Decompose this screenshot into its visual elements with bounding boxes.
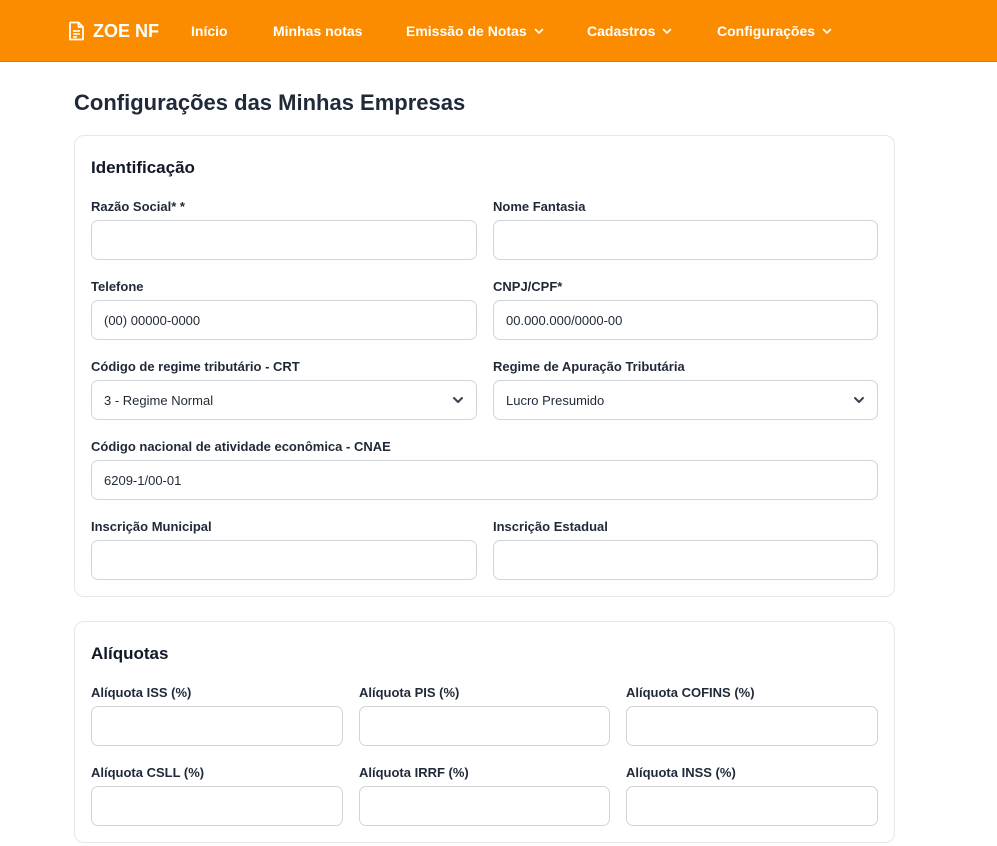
cnpj-cpf-label: CNPJ/CPF* bbox=[493, 279, 563, 294]
page-title: Configurações das Minhas Empresas bbox=[74, 90, 466, 115]
aliquota-cofins-label: Alíquota COFINS (%) bbox=[626, 685, 755, 700]
telefone-label: Telefone bbox=[91, 279, 144, 294]
chevron-down-icon bbox=[534, 28, 543, 34]
aliquotas-title: Alíquotas bbox=[91, 644, 169, 663]
razao-social-input[interactable] bbox=[91, 220, 477, 260]
aliquota-inss-label: Alíquota INSS (%) bbox=[626, 765, 736, 780]
nav-item-label: Início bbox=[191, 23, 228, 39]
inscricao-estadual-input[interactable] bbox=[493, 540, 878, 580]
regime-apuracao-label: Regime de Apuração Tributária bbox=[493, 359, 685, 374]
brand-name: ZOE NF bbox=[93, 20, 159, 41]
aliquota-csll-input[interactable] bbox=[91, 786, 343, 826]
identificacao-title: Identificação bbox=[91, 158, 195, 177]
nav-item-label: Emissão de Notas bbox=[406, 23, 527, 39]
chevron-down-icon bbox=[663, 28, 672, 34]
nav-item-configuracoes[interactable]: Configurações bbox=[717, 20, 832, 42]
brand-logo[interactable]: ZOE NF bbox=[68, 19, 159, 43]
aliquotas-card: Alíquotas Alíquota ISS (%) Alíquota PIS … bbox=[74, 621, 895, 843]
aliquota-csll-label: Alíquota CSLL (%) bbox=[91, 765, 205, 780]
nav-item-cadastros[interactable]: Cadastros bbox=[587, 20, 672, 42]
cnpj-cpf-input[interactable] bbox=[493, 300, 878, 340]
nav-item-inicio[interactable]: Início bbox=[191, 20, 228, 42]
telefone-input[interactable] bbox=[91, 300, 477, 340]
crt-selected-value: 3 - Regime Normal bbox=[104, 392, 214, 408]
regime-apuracao-select[interactable]: Lucro Presumido bbox=[493, 380, 878, 420]
nav-item-label: Minhas notas bbox=[273, 23, 363, 39]
inscricao-municipal-input[interactable] bbox=[91, 540, 477, 580]
nav-item-label: Configurações bbox=[717, 23, 816, 39]
chevron-down-icon bbox=[854, 397, 864, 403]
identificacao-card: Identificação Razão Social* * Nome Fanta… bbox=[74, 135, 895, 597]
nav-item-minhas-notas[interactable]: Minhas notas bbox=[273, 20, 362, 42]
aliquota-cofins-input[interactable] bbox=[626, 706, 878, 746]
chevron-down-icon bbox=[453, 397, 463, 403]
crt-select[interactable]: 3 - Regime Normal bbox=[91, 380, 477, 420]
nome-fantasia-input[interactable] bbox=[493, 220, 878, 260]
aliquota-pis-input[interactable] bbox=[359, 706, 610, 746]
inscricao-municipal-label: Inscrição Municipal bbox=[91, 519, 212, 534]
crt-label: Código de regime tributário - CRT bbox=[91, 359, 300, 374]
razao-social-label: Razão Social* * bbox=[91, 199, 185, 214]
aliquota-iss-label: Alíquota ISS (%) bbox=[91, 685, 192, 700]
aliquota-inss-input[interactable] bbox=[626, 786, 878, 826]
cnae-label: Código nacional de atividade econômica -… bbox=[91, 439, 391, 454]
aliquota-iss-input[interactable] bbox=[91, 706, 343, 746]
aliquota-irrf-label: Alíquota IRRF (%) bbox=[359, 765, 469, 780]
nav-item-emissao-de-notas[interactable]: Emissão de Notas bbox=[406, 20, 544, 42]
cnae-input[interactable] bbox=[91, 460, 878, 500]
top-navbar: ZOE NF Início Minhas notas Emissão de No… bbox=[0, 0, 997, 62]
chevron-down-icon bbox=[822, 28, 832, 34]
aliquota-pis-label: Alíquota PIS (%) bbox=[359, 685, 460, 700]
aliquota-irrf-input[interactable] bbox=[359, 786, 610, 826]
nav-item-label: Cadastros bbox=[587, 23, 656, 39]
inscricao-estadual-label: Inscrição Estadual bbox=[493, 519, 608, 534]
nome-fantasia-label: Nome Fantasia bbox=[493, 199, 586, 214]
regime-apuracao-selected-value: Lucro Presumido bbox=[506, 392, 605, 408]
document-icon bbox=[69, 21, 84, 41]
